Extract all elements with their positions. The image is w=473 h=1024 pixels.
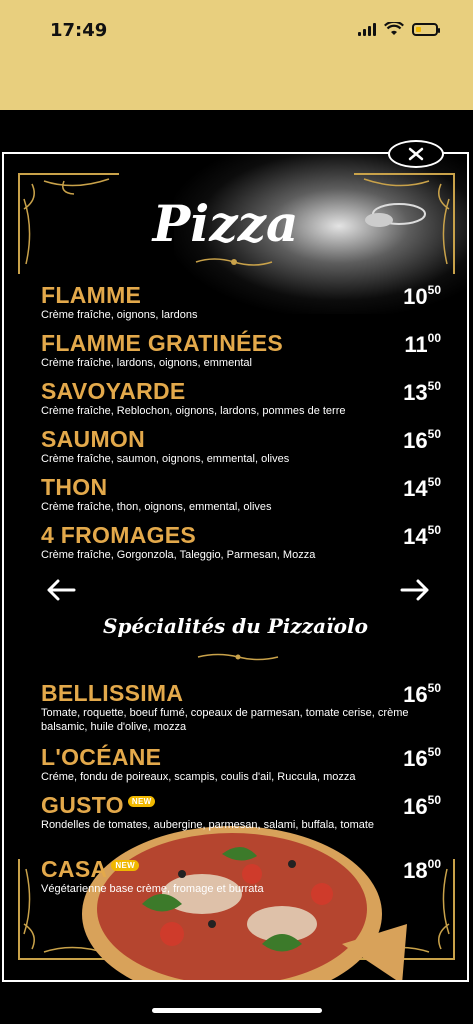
new-badge: NEW [127,796,156,807]
menu-item: 4 FROMAGES 1450 Crème fraîche, Gorgonzola,… [41,522,441,570]
item-name: SAUMON [41,426,145,453]
price-decimal: 50 [427,475,441,489]
price-decimal: 50 [427,793,441,807]
item-name-text: FLAMME GRATINÉES [41,330,284,356]
arrow-left-icon[interactable] [46,579,76,601]
item-name: GUSTO NEW [41,792,156,819]
clock: 17:49 [50,20,108,41]
price-integer: 18 [403,858,428,883]
item-name-text: SAVOYARDE [41,378,186,404]
price-integer: 14 [403,524,428,549]
status-bar: 17:49 [0,0,473,110]
item-price: 1650 [403,745,441,772]
item-name-text: L'OCÉANE [41,744,162,770]
item-description: Rondelles de tomates, aubergine, parmesa… [41,819,375,831]
item-description: Crème fraîche, oignons, lardons [41,309,198,321]
item-price: 1650 [403,793,441,820]
wifi-icon [384,22,404,35]
home-indicator[interactable] [152,1008,322,1013]
item-name-text: FLAMME [41,282,142,308]
item-name: SAVOYARDE [41,378,186,405]
item-name-text: GUSTO [41,792,124,818]
battery-level [416,26,422,32]
gold-flourish [195,258,273,266]
menu-item: FLAMME 1050 Crème fraîche, oignons, lardon… [41,282,441,330]
arrow-right-icon[interactable] [400,579,430,601]
item-description: Crème fraîche, Gorgonzola, Taleggio, Par… [41,549,316,561]
item-price: 1350 [403,379,441,406]
item-description: Végétarienne base crème, fromage et burr… [41,883,264,895]
price-decimal: 50 [427,681,441,695]
item-price: 1450 [403,475,441,502]
item-name: BELLISSIMA [41,680,183,707]
menu-item: SAUMON 1650 Crème fraîche, saumon, oignons… [41,426,441,474]
price-integer: 10 [403,284,428,309]
item-name-text: THON [41,474,108,500]
item-description: Tomate, roquette, boeuf fumé, copeaux de… [41,707,409,733]
price-integer: 13 [403,380,428,405]
price-decimal: 50 [427,523,441,537]
item-name: THON [41,474,107,501]
price-integer: 14 [403,476,428,501]
battery-icon [412,22,440,36]
item-name-text: CASA [41,856,108,882]
item-description: Crème fraîche, saumon, oignons, emmental… [41,453,290,465]
price-integer: 16 [403,746,428,771]
menu-item: CASA NEW 1800 Végétarienne base crème, from… [41,856,441,904]
item-name: FLAMME GRATINÉES [41,330,283,357]
close-icon [408,147,424,161]
item-description: Créme, fondu de poireaux, scampis, couli… [41,771,356,783]
menu-item: FLAMME GRATINÉES 1100 Crème fraîche, lardo… [41,330,441,378]
price-integer: 16 [403,428,428,453]
item-description: Crème fraîche, thon, oignons, emmental, … [41,501,272,513]
price-decimal: 00 [427,331,441,345]
item-name: 4 FROMAGES [41,522,196,549]
item-price: 1650 [403,427,441,454]
price-integer: 16 [403,682,428,707]
price-decimal: 50 [427,379,441,393]
item-name-text: SAUMON [41,426,146,452]
price-decimal: 50 [427,427,441,441]
item-name: CASA NEW [41,856,139,883]
menu-image: Pizza FLAMME 1050 Crème fraîche, oignons, … [2,152,469,982]
item-description: Crème fraîche, lardons, oignons, emmenta… [41,357,252,369]
menu-item: SAVOYARDE 1350 Crème fraîche, Reblochon, o… [41,378,441,426]
price-integer: 11 [404,332,428,357]
price-decimal: 50 [427,745,441,759]
price-decimal: 50 [427,283,441,297]
price-integer: 16 [403,794,428,819]
specials-title: Spécialités du Pizzaïolo [103,614,368,638]
menu-title: Pizza [152,194,299,253]
menu-item: GUSTO NEW 1650 Rondelles de tomates, auberg… [41,792,441,840]
new-badge: NEW [111,860,139,871]
item-price: 1800 [403,857,441,884]
menu-item: BELLISSIMA 1650 Tomate, roquette, boeuf fu… [41,680,441,733]
item-price: 1650 [403,681,441,708]
item-price: 1050 [403,283,441,310]
cellular-signal-icon [358,22,376,36]
item-name: L'OCÉANE [41,744,161,771]
menu-item: L'OCÉANE 1650 Créme, fondu de poireaux, sc… [41,744,441,792]
status-icons [358,22,440,36]
item-name-text: 4 FROMAGES [41,522,197,548]
item-price: 1450 [403,523,441,550]
menu-item: THON 1450 Crème fraîche, thon, oignons, em… [41,474,441,522]
gold-flourish-specials [197,653,279,661]
item-description: Crème fraîche, Reblochon, oignons, lardo… [41,405,346,417]
close-button[interactable] [388,140,444,168]
item-price: 1100 [404,331,441,358]
item-name-text: BELLISSIMA [41,680,184,706]
price-decimal: 00 [427,857,441,871]
item-name: FLAMME [41,282,141,309]
